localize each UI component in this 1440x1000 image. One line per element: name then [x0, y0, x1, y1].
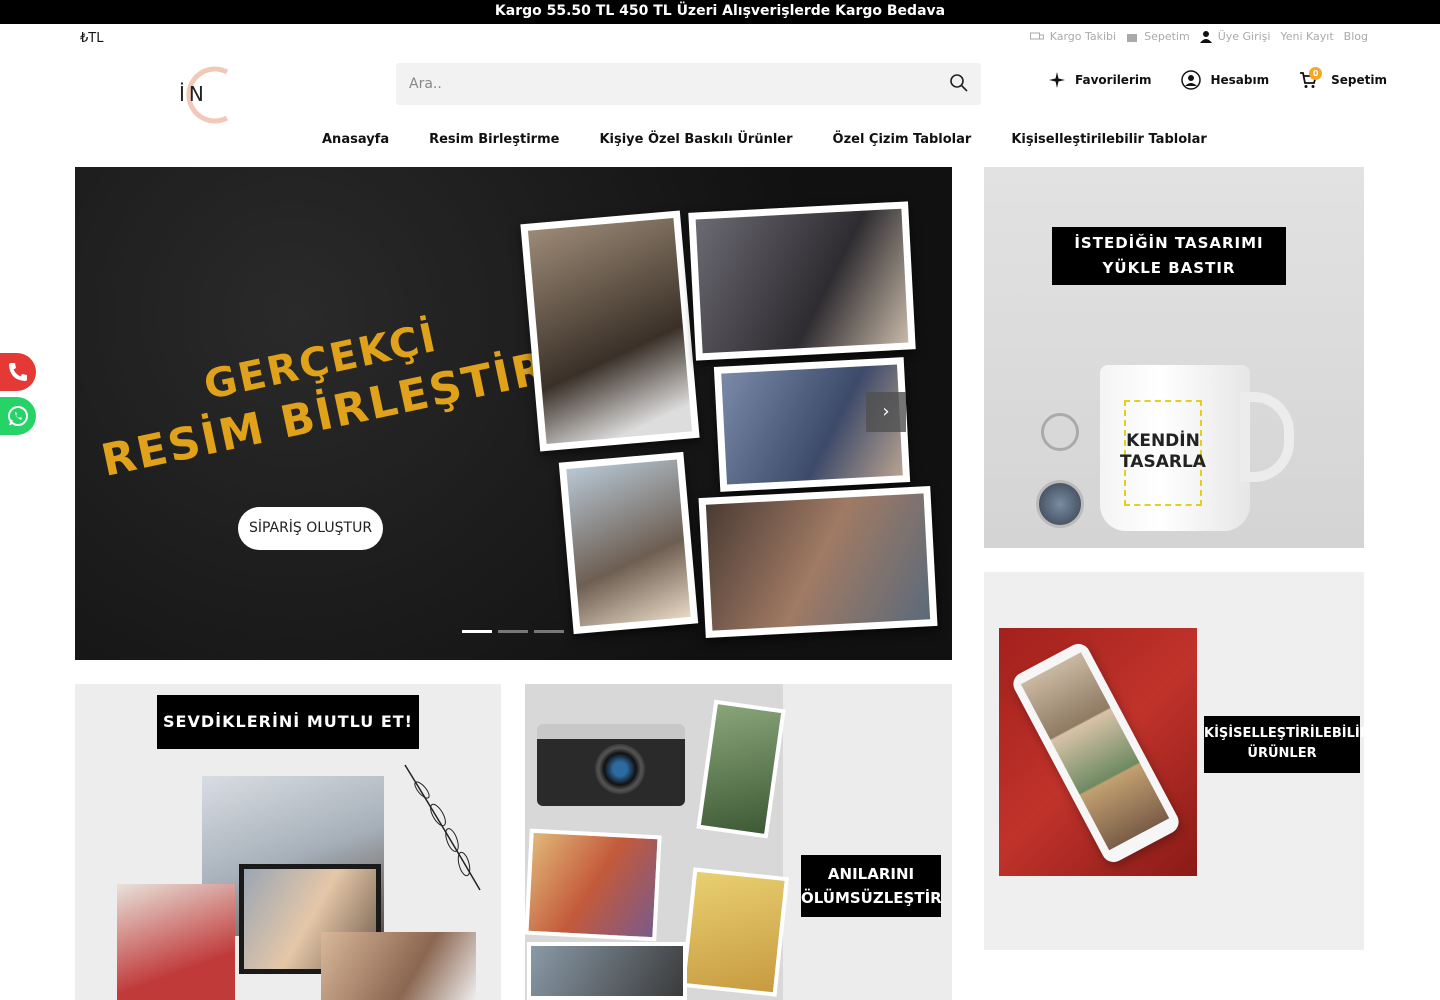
- create-order-button[interactable]: SİPARİŞ OLUŞTUR: [238, 507, 383, 550]
- slider-dot[interactable]: [462, 630, 492, 633]
- phone-call-button[interactable]: [0, 353, 36, 391]
- framed-photo-left: [117, 884, 235, 1000]
- design-upload-title: İSTEDİĞİN TASARIMI YÜKLE BASTIR: [1052, 227, 1286, 285]
- memories-banner[interactable]: ANILARINI ÖLÜMSÜZLEŞTİR: [525, 684, 952, 1000]
- favorites-label: Favorilerim: [1075, 73, 1152, 87]
- framed-photo-right: [321, 932, 476, 1000]
- personalized-products-title: KİŞİSELLEŞTİRİLEBİLİR ÜRÜNLER: [1204, 716, 1364, 773]
- slider-dot[interactable]: [498, 630, 528, 633]
- slider-dot[interactable]: [534, 630, 564, 633]
- make-loved-ones-happy-banner[interactable]: SEVDİKLERİNİ MUTLU ET!: [75, 684, 501, 1000]
- cart-label: Sepetim: [1331, 73, 1387, 87]
- search-bar: [396, 63, 981, 105]
- keychain-ring: [1041, 413, 1079, 451]
- main-nav: Anasayfa Resim Birleştirme Kişiye Özel B…: [322, 132, 1207, 147]
- sparkle-icon: [1049, 72, 1065, 88]
- blog-link[interactable]: Blog: [1344, 30, 1368, 43]
- nav-item-photo-merge[interactable]: Resim Birleştirme: [429, 132, 559, 147]
- nav-item-home[interactable]: Anasayfa: [322, 132, 389, 147]
- mug-handle: [1240, 392, 1294, 482]
- search-icon[interactable]: [949, 73, 969, 93]
- photo-print-3: [680, 867, 790, 997]
- personalized-products-banner[interactable]: KİŞİSELLEŞTİRİLEBİLİR ÜRÜNLER: [984, 572, 1364, 950]
- mug-text: KENDİN TASARLA: [1120, 431, 1206, 472]
- photo-print-4: [527, 942, 687, 1000]
- keychain-image: [1036, 480, 1084, 528]
- blog-label: Blog: [1343, 30, 1368, 43]
- hero-slider[interactable]: GERÇEKÇİ RESİM BİRLEŞTİRME SİPARİŞ OLUŞT…: [75, 167, 952, 660]
- nav-item-custom-print[interactable]: Kişiye Özel Baskılı Ürünler: [599, 132, 792, 147]
- currency-selector[interactable]: ₺TL: [80, 31, 103, 46]
- register-label: Yeni Kayıt: [1280, 30, 1334, 43]
- favorites-link[interactable]: Favorilerim: [1048, 71, 1151, 89]
- user-icon: [1199, 31, 1212, 43]
- nav-item-personalized-frames[interactable]: Kişiselleştirilebilir Tablolar: [1011, 132, 1206, 147]
- truck-icon: [1029, 32, 1044, 39]
- shipping-announcement-bar: Kargo 55.50 TL 450 TL Üzeri Alışverişler…: [0, 0, 1440, 24]
- search-input[interactable]: [396, 63, 936, 105]
- login-link[interactable]: Üye Girişi: [1199, 30, 1271, 43]
- utility-nav: Kargo Takibi Sepetim Üye Girişi Yeni Kay…: [1029, 30, 1368, 43]
- camera-image: [537, 724, 685, 806]
- register-link[interactable]: Yeni Kayıt: [1280, 30, 1333, 43]
- order-tracking-label: Kargo Takibi: [1049, 30, 1117, 43]
- site-logo[interactable]: İN: [165, 64, 245, 126]
- hero-photo-wedding: [520, 210, 700, 452]
- whatsapp-icon: [8, 406, 28, 426]
- cart-link[interactable]: 0 Sepetim: [1299, 67, 1387, 89]
- phone-icon: [9, 363, 27, 381]
- hero-photo-couple: [698, 486, 938, 638]
- header-actions: Favorilerim Hesabım 0 Sepetim: [1048, 67, 1387, 90]
- bag-icon: [1127, 33, 1138, 42]
- memories-title: ANILARINI ÖLÜMSÜZLEŞTİR: [801, 855, 942, 917]
- slider-next-button[interactable]: ›: [866, 392, 906, 432]
- order-tracking-link[interactable]: Kargo Takibi: [1029, 30, 1117, 43]
- nav-item-custom-drawing[interactable]: Özel Çizim Tablolar: [833, 132, 972, 147]
- photo-print-2: [525, 828, 662, 942]
- leaf-branch-icon: [404, 764, 481, 891]
- account-link[interactable]: Hesabım: [1181, 70, 1269, 90]
- slider-pagination: [462, 630, 564, 633]
- my-cart-label: Sepetim: [1144, 30, 1190, 43]
- make-loved-ones-happy-title: SEVDİKLERİNİ MUTLU ET!: [157, 695, 419, 749]
- cart-count-badge: 0: [1309, 67, 1323, 80]
- hero-photo-family: [688, 201, 916, 361]
- logo-letters: İN: [179, 82, 208, 106]
- whatsapp-button[interactable]: [0, 397, 36, 435]
- account-label: Hesabım: [1210, 73, 1270, 87]
- design-upload-banner[interactable]: İSTEDİĞİN TASARIMI YÜKLE BASTIR KENDİN T…: [984, 167, 1364, 548]
- my-cart-link[interactable]: Sepetim: [1126, 30, 1190, 43]
- hero-photo-grandpa: [558, 451, 699, 635]
- account-icon: [1181, 70, 1202, 90]
- login-label: Üye Girişi: [1217, 30, 1271, 43]
